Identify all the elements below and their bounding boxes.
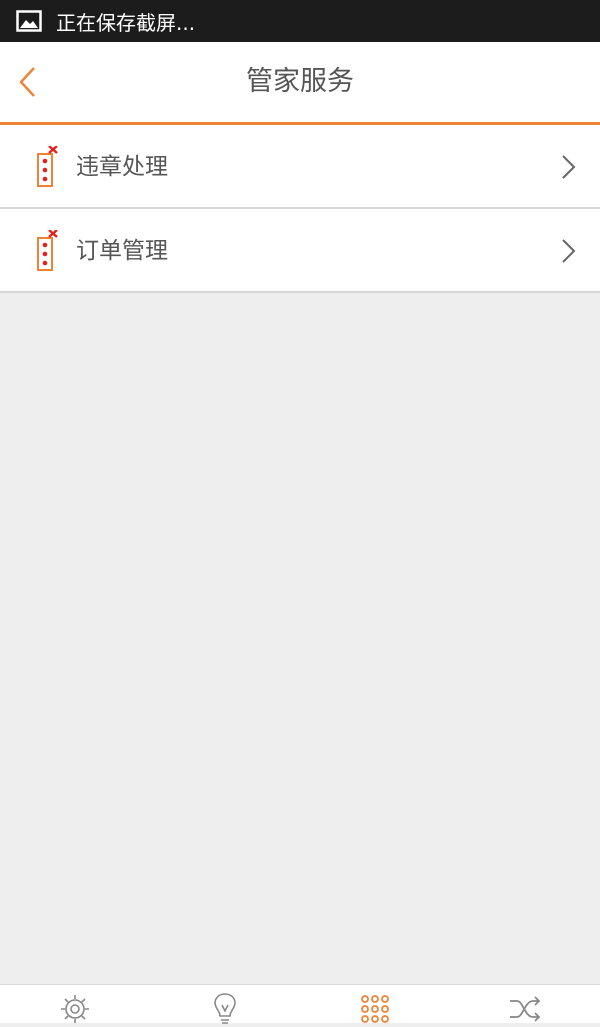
tab-shuffle[interactable] [450, 985, 600, 1023]
status-bar: 正在保存截屏... [0, 0, 600, 42]
tab-services[interactable] [300, 985, 450, 1023]
image-icon [16, 10, 42, 32]
traffic-light-icon [37, 146, 58, 187]
menu-item-orders[interactable]: 订单管理 [0, 209, 600, 293]
tab-settings[interactable] [0, 985, 150, 1023]
menu-item-violation[interactable]: 违章处理 [0, 125, 600, 209]
status-text: 正在保存截屏... [56, 10, 196, 35]
service-menu: 违章处理 订单管理 [0, 125, 600, 293]
chevron-right-icon [562, 239, 576, 263]
bottom-tab-bar [0, 984, 600, 1024]
traffic-light-icon [37, 230, 58, 271]
page-title: 管家服务 [246, 66, 354, 97]
chevron-right-icon [562, 155, 576, 179]
menu-item-label: 违章处理 [76, 154, 168, 180]
header: 管家服务 [0, 42, 600, 125]
tab-tips[interactable] [150, 985, 300, 1024]
back-button[interactable] [12, 62, 48, 102]
chevron-left-icon [19, 67, 35, 97]
menu-item-label: 订单管理 [76, 238, 168, 264]
